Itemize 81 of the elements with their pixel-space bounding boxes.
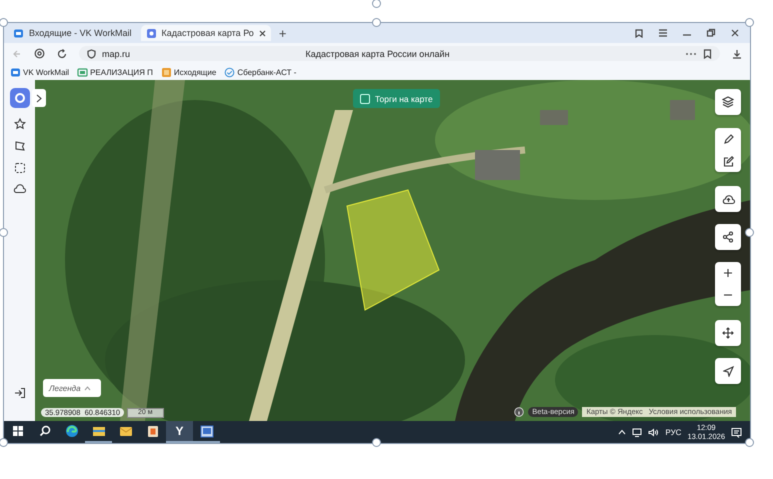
close-icon[interactable]: [258, 30, 266, 36]
polygon-icon[interactable]: [14, 140, 26, 152]
check-circle-icon: [224, 66, 236, 78]
envelope-icon: [118, 425, 132, 437]
bookmark-link[interactable]: VK WorkMail: [10, 66, 70, 78]
edge-icon: [64, 424, 78, 438]
building-roof: [475, 150, 520, 180]
new-tab-button[interactable]: +: [274, 26, 290, 40]
address-bar[interactable]: map.ru Кадастровая карта России онлайн: [79, 46, 720, 61]
auctions-toggle[interactable]: Торги на карте: [353, 89, 440, 108]
folder-icon: [77, 66, 88, 78]
resize-handle[interactable]: [0, 438, 8, 447]
resize-handle[interactable]: [745, 438, 754, 447]
page-title: Кадастровая карта России онлайн: [304, 48, 451, 58]
resize-handle[interactable]: [372, 438, 381, 447]
building-roof: [540, 110, 568, 125]
building-roof: [670, 100, 695, 120]
star-icon[interactable]: [14, 118, 26, 130]
bookmark-icon[interactable]: [703, 48, 712, 58]
more-icon[interactable]: [685, 50, 697, 56]
browser-tab[interactable]: Кадастровая карта Ро: [140, 25, 271, 41]
window-icon: [200, 424, 214, 438]
windows-logo-icon: [12, 425, 24, 437]
resize-handle[interactable]: [372, 0, 381, 8]
chevron-up-icon[interactable]: [618, 429, 626, 435]
reload-icon[interactable]: [57, 48, 67, 58]
info-icon[interactable]: [514, 407, 524, 417]
search-icon: [38, 425, 50, 437]
cloud-icon[interactable]: [13, 184, 26, 194]
land-parcel-highlight[interactable]: [346, 189, 440, 311]
move-icon: [722, 327, 734, 339]
pencil-icon: [722, 134, 734, 144]
expand-panel-button[interactable]: [32, 89, 46, 107]
chevron-right-icon: [36, 94, 42, 102]
resize-handle[interactable]: [745, 228, 754, 237]
notifications-icon[interactable]: [731, 426, 742, 438]
app-icon: [146, 424, 158, 438]
outbox-icon: [160, 66, 172, 78]
locate-button[interactable]: [715, 358, 741, 384]
mail-icon: [13, 28, 24, 38]
legend-button[interactable]: Легенда: [43, 379, 101, 397]
browser-tab[interactable]: Входящие - VK WorkMail: [8, 25, 137, 41]
bookmark-link[interactable]: Сбербанк-АСТ -: [224, 66, 296, 78]
url-text: map.ru: [102, 48, 130, 58]
selection-icon[interactable]: [14, 162, 26, 174]
layers-icon: [722, 96, 734, 108]
bookmark-link[interactable]: РЕАЛИЗАЦИЯ П: [77, 66, 153, 78]
folder-icon: [92, 425, 106, 437]
shield-icon: [87, 48, 96, 58]
mail-icon: [10, 66, 21, 78]
checkbox[interactable]: [360, 94, 370, 104]
cloud-upload-icon: [722, 194, 734, 204]
resize-handle[interactable]: [0, 18, 8, 27]
edit-icon: [722, 156, 734, 166]
menu-icon[interactable]: [658, 28, 668, 38]
monitor-icon[interactable]: [632, 428, 642, 436]
share-button[interactable]: [715, 224, 741, 250]
app-logo-icon[interactable]: [10, 88, 30, 108]
zoom-panel[interactable]: [715, 262, 741, 306]
share-icon: [722, 231, 734, 243]
map-logo-icon: [146, 28, 157, 38]
draw-tools-panel[interactable]: [715, 128, 741, 172]
zoom-in-icon: [723, 268, 733, 278]
bookmark-link[interactable]: Исходящие: [160, 66, 216, 78]
resize-handle[interactable]: [372, 18, 381, 27]
language-indicator[interactable]: РУС: [665, 428, 682, 436]
speaker-icon[interactable]: [648, 428, 660, 436]
pan-button[interactable]: [715, 320, 741, 346]
login-icon[interactable]: [14, 387, 26, 399]
resize-handle[interactable]: [0, 228, 8, 237]
download-icon[interactable]: [732, 48, 742, 58]
browser-logo: Y: [175, 424, 184, 438]
restore-icon[interactable]: [706, 28, 716, 38]
logo-ring-icon: [14, 92, 26, 104]
location-arrow-icon: [722, 366, 734, 376]
chevron-up-icon: [84, 386, 91, 390]
upload-button[interactable]: [715, 186, 741, 212]
close-icon[interactable]: [730, 28, 740, 38]
layers-button[interactable]: [715, 89, 741, 115]
taskbar-app[interactable]: Y: [166, 421, 193, 443]
resize-handle[interactable]: [745, 18, 754, 27]
